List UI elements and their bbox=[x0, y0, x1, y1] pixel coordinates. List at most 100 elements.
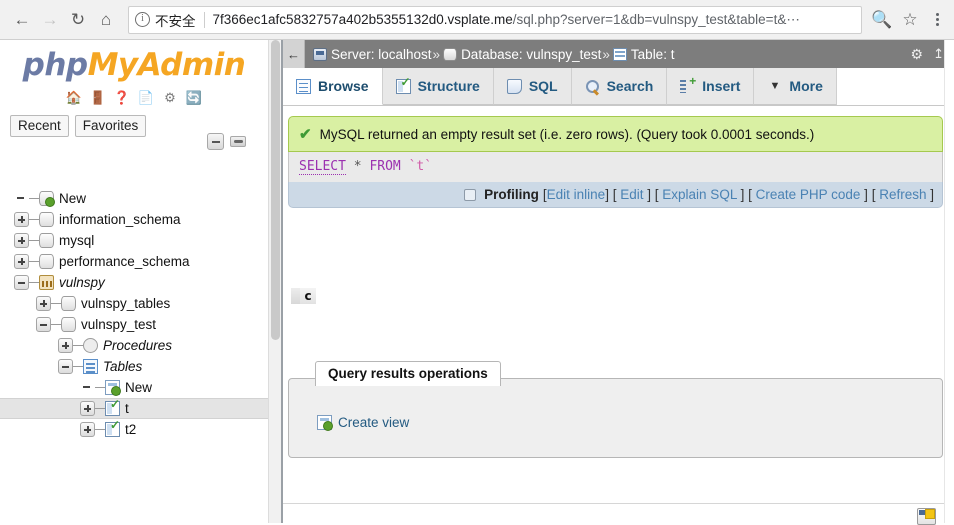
tab-more[interactable]: ▼ More bbox=[754, 68, 837, 105]
breadcrumb-separator: » bbox=[432, 46, 441, 62]
tab-structure[interactable]: Structure bbox=[382, 68, 494, 105]
link-with-main-panel-button[interactable] bbox=[230, 136, 246, 147]
copy-marker-label[interactable]: c bbox=[300, 288, 316, 304]
tree-item-procedures[interactable]: Procedures bbox=[0, 335, 268, 356]
profiling-checkbox[interactable] bbox=[464, 188, 477, 201]
tree-item-mysql[interactable]: mysql bbox=[0, 230, 268, 251]
tab-browse[interactable]: Browse bbox=[283, 68, 383, 105]
favorites-button[interactable]: Favorites bbox=[74, 115, 147, 137]
db-icon bbox=[39, 212, 54, 227]
help-icon[interactable]: ❓ bbox=[114, 89, 131, 106]
bracket-close: ] bbox=[926, 187, 934, 202]
sidebar-scrollbar[interactable] bbox=[268, 40, 281, 523]
url-text[interactable]: 7f366ec1afc5832757a402b5355132d0.vsplate… bbox=[213, 12, 856, 28]
tree-item-t[interactable]: t bbox=[0, 398, 268, 419]
action-link-wrapper: [ Refresh ] bbox=[868, 187, 934, 202]
tree-item-tables[interactable]: Tables bbox=[0, 356, 268, 377]
expand-icon[interactable] bbox=[80, 422, 95, 437]
tree-item-vulnspy-test[interactable]: vulnspy_test bbox=[0, 314, 268, 335]
tab-search[interactable]: Search bbox=[571, 68, 668, 105]
content-area: ✔ MySQL returned an empty result set (i.… bbox=[283, 106, 954, 525]
recent-button[interactable]: Recent bbox=[10, 115, 69, 137]
procedure-icon bbox=[83, 338, 98, 353]
home-icon[interactable]: 🏠 bbox=[66, 89, 83, 106]
bracket-open: [ bbox=[651, 187, 663, 202]
tree-item-label: vulnspy_test bbox=[81, 317, 157, 332]
breadcrumb-server[interactable]: Server: localhost bbox=[313, 47, 432, 62]
bracket-close: ] bbox=[860, 187, 868, 202]
table-icon bbox=[612, 47, 627, 61]
collapse-all-button[interactable] bbox=[207, 133, 224, 150]
tree-item-performance-schema[interactable]: performance_schema bbox=[0, 251, 268, 272]
tab-bar: Browse Structure SQL Search Insert ▼ More bbox=[283, 68, 954, 106]
collapse-icon[interactable] bbox=[58, 359, 73, 374]
breadcrumb-separator-2: » bbox=[602, 46, 610, 62]
expand-icon[interactable] bbox=[14, 233, 29, 248]
copy-marker[interactable]: c bbox=[291, 288, 316, 304]
zoom-icon[interactable]: 🔍 bbox=[868, 6, 896, 34]
navigation-back-button[interactable]: ← bbox=[283, 40, 305, 68]
tab-insert[interactable]: Insert bbox=[667, 68, 755, 105]
expand-icon[interactable] bbox=[14, 254, 29, 269]
bracket-open: [ bbox=[744, 187, 756, 202]
collapse-panel-icon[interactable]: ↥ bbox=[933, 46, 944, 62]
expand-icon[interactable] bbox=[80, 401, 95, 416]
tree-item-label: Tables bbox=[103, 359, 143, 374]
tree-item-label: Procedures bbox=[103, 338, 173, 353]
phpmyadmin-logo[interactable]: phpMyAdmin bbox=[0, 40, 268, 83]
profiling-row: Profiling [Edit inline] [ Edit ] [ Expla… bbox=[288, 182, 943, 208]
expand-icon[interactable] bbox=[58, 338, 73, 353]
tree-spacer bbox=[14, 191, 29, 206]
address-bar[interactable]: i 不安全 7f366ec1afc5832757a402b5355132d0.v… bbox=[128, 5, 862, 34]
gear-icon[interactable]: ⚙ bbox=[911, 46, 924, 63]
tree-connector bbox=[51, 303, 61, 304]
tree-item-vulnspy-tables[interactable]: vulnspy_tables bbox=[0, 293, 268, 314]
tree-item-information-schema[interactable]: information_schema bbox=[0, 209, 268, 230]
action-link-edit-inline[interactable]: Edit inline bbox=[547, 187, 606, 202]
breadcrumb-database[interactable]: Database: vulnspy_test bbox=[443, 47, 601, 62]
sql-keyword-from: FROM bbox=[369, 159, 401, 174]
back-arrow-icon[interactable]: ← bbox=[8, 6, 36, 34]
star-icon[interactable]: ☆ bbox=[896, 6, 924, 34]
settings-gear-icon[interactable]: ⚙ bbox=[162, 89, 179, 106]
bracket-open: [ bbox=[867, 187, 880, 202]
home-icon[interactable]: ⌂ bbox=[92, 6, 120, 34]
reload-icon[interactable]: 🔄 bbox=[186, 89, 203, 106]
breadcrumb-table[interactable]: Table: t bbox=[612, 47, 674, 62]
logout-icon[interactable]: 🚪 bbox=[90, 89, 107, 106]
tree-item-vulnspy[interactable]: vulnspy bbox=[0, 272, 268, 293]
tree-connector bbox=[29, 282, 39, 283]
collapse-icon[interactable] bbox=[36, 317, 51, 332]
expand-icon[interactable] bbox=[14, 212, 29, 227]
sql-query-display[interactable]: SELECT * FROM `t` bbox=[288, 152, 943, 182]
forward-arrow-icon: → bbox=[41, 9, 59, 29]
expand-icon[interactable] bbox=[36, 296, 51, 311]
query-results-operations-title: Query results operations bbox=[315, 361, 501, 386]
main-scrollbar[interactable] bbox=[944, 40, 954, 523]
create-view-link[interactable]: Create view bbox=[317, 415, 409, 431]
database-tree: New information_schemamysql performance_sc… bbox=[0, 188, 268, 440]
site-info-icon[interactable]: i bbox=[135, 12, 150, 27]
success-message-text: MySQL returned an empty result set (i.e.… bbox=[319, 126, 815, 142]
sidebar-scrollbar-thumb[interactable] bbox=[271, 40, 280, 340]
sql-keyword-select: SELECT bbox=[299, 159, 346, 175]
tree-item-new[interactable]: New bbox=[0, 188, 268, 209]
reload-icon[interactable]: ↻ bbox=[64, 6, 92, 34]
collapse-icon[interactable] bbox=[14, 275, 29, 290]
query-result-box: ✔ MySQL returned an empty result set (i.… bbox=[288, 116, 943, 208]
action-link-explain-sql[interactable]: Explain SQL bbox=[662, 187, 737, 202]
console-icon[interactable] bbox=[917, 508, 936, 525]
action-link-create-php-code[interactable]: Create PHP code bbox=[756, 187, 861, 202]
tree-item-label: information_schema bbox=[59, 212, 181, 227]
tab-sql[interactable]: SQL bbox=[493, 68, 572, 105]
breadcrumb: ← Server: localhost » Database: vulnspy_… bbox=[283, 40, 954, 68]
action-link-edit[interactable]: Edit bbox=[620, 187, 643, 202]
search-icon bbox=[585, 79, 600, 94]
server-icon bbox=[313, 47, 327, 61]
action-link-refresh[interactable]: Refresh bbox=[879, 187, 926, 202]
documentation-icon[interactable]: 📄 bbox=[138, 89, 155, 106]
breadcrumb-actions: ⚙ ↥ bbox=[911, 40, 944, 68]
tree-item-t2[interactable]: t2 bbox=[0, 419, 268, 440]
tree-item-new[interactable]: New bbox=[0, 377, 268, 398]
kebab-menu-icon[interactable] bbox=[924, 6, 950, 34]
